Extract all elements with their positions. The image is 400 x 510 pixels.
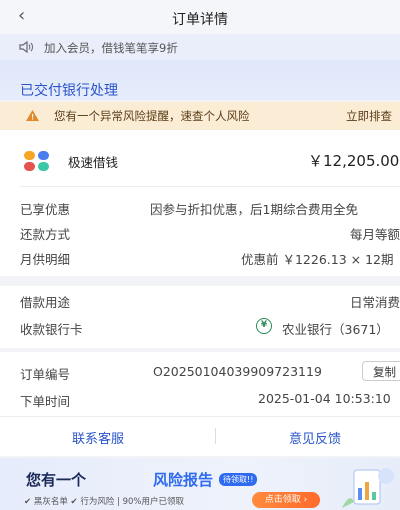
bank-card-label: 收款银行卡 bbox=[20, 322, 83, 337]
card-divider bbox=[20, 186, 400, 187]
banner-tags: ✔ 黑灰名单 ✔ 行为风险 | 90%用户已领取 bbox=[24, 497, 185, 507]
banner-title-text: 您有一个 bbox=[26, 471, 87, 489]
member-notice-bar[interactable]: 加入会员，借钱笔笔享9折 bbox=[0, 34, 400, 60]
claim-report-button[interactable]: 点击领取 › bbox=[252, 492, 320, 508]
banner-title-highlight: 风险报告 bbox=[153, 471, 214, 489]
section-gap bbox=[0, 276, 400, 286]
nav-header: ‹ 订单详情 bbox=[0, 0, 400, 34]
contact-support-button[interactable]: 联系客服 bbox=[72, 428, 124, 447]
loan-purpose-value: 日常消费 bbox=[350, 295, 400, 310]
product-name: 极速借钱 bbox=[68, 155, 119, 170]
risk-alert-text: 您有一个异常风险提醒，速查个人风险 bbox=[54, 109, 250, 123]
card-divider bbox=[0, 416, 400, 417]
monthly-detail-value[interactable]: 优惠前 ￥1226.13 × 12期 bbox=[241, 249, 394, 268]
member-notice-text: 加入会员，借钱笔笔享9折 bbox=[44, 41, 178, 55]
product-logo-icon bbox=[24, 151, 52, 171]
order-number-value: O20250104039909723119 bbox=[153, 364, 322, 379]
check-risk-button[interactable]: 立即排查 bbox=[346, 108, 392, 124]
page-title: 订单详情 bbox=[172, 12, 228, 28]
monthly-detail-label: 月供明细 bbox=[20, 252, 71, 267]
loan-amount: ￥12,205.00 bbox=[308, 152, 400, 170]
action-separator bbox=[215, 428, 216, 444]
discount-label: 已享优惠 bbox=[20, 202, 71, 217]
order-time-value: 2025-01-04 10:53:10 bbox=[258, 391, 391, 406]
abc-bank-icon: ¥ bbox=[256, 318, 272, 334]
warning-icon bbox=[26, 110, 39, 121]
bank-card-value: 农业银行（3671） bbox=[282, 322, 389, 337]
discount-value: 因参与折扣优惠，后1期综合费用全免 bbox=[150, 202, 358, 217]
order-status-text: 已交付银行处理 bbox=[20, 83, 118, 99]
order-number-label: 订单编号 bbox=[20, 367, 71, 382]
risk-alert-bar[interactable]: 您有一个异常风险提醒，速查个人风险 立即排查 bbox=[0, 102, 400, 130]
repay-method-value: 每月等额 bbox=[350, 227, 400, 242]
repay-method-label: 还款方式 bbox=[20, 227, 71, 242]
order-time-label: 下单时间 bbox=[20, 394, 71, 409]
feedback-button[interactable]: 意见反馈 bbox=[289, 428, 341, 447]
report-illustration-icon bbox=[342, 468, 394, 508]
copy-order-number-button[interactable]: 复制 bbox=[362, 361, 400, 381]
loan-purpose-label: 借款用途 bbox=[20, 295, 71, 310]
speaker-icon bbox=[19, 41, 33, 53]
banner-pending-badge: 待领取!! bbox=[219, 473, 258, 486]
